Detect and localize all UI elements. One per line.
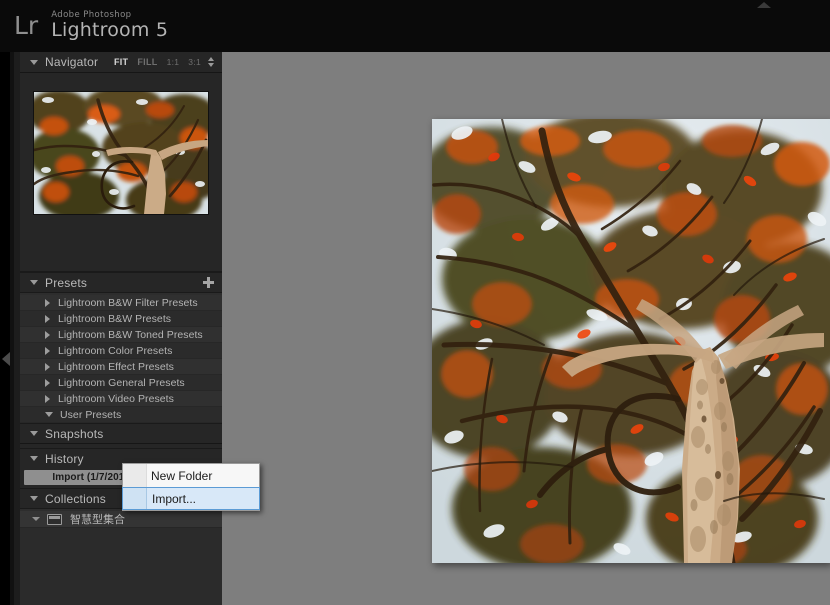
zoom-mode-1-1[interactable]: 1:1 (167, 57, 180, 67)
chevron-down-icon (30, 431, 38, 436)
zoom-mode-fit[interactable]: FIT (114, 57, 128, 67)
chevron-down-icon (30, 456, 38, 461)
history-title: History (45, 451, 84, 466)
preset-folder-label: Lightroom General Presets (58, 376, 185, 389)
context-menu-item-new-folder[interactable]: New Folder (123, 464, 259, 487)
snapshots-header[interactable]: Snapshots (20, 423, 222, 443)
add-preset-button[interactable] (203, 277, 214, 288)
chevron-right-icon (45, 394, 50, 403)
preset-folder-label: Lightroom B&W Filter Presets (58, 296, 198, 309)
brand-lockup: Lr Adobe Photoshop Lightroom 5 (14, 11, 168, 40)
preset-folder-row[interactable]: Lightroom B&W Toned Presets (20, 327, 222, 343)
preset-folder-label: Lightroom B&W Presets (58, 312, 172, 325)
context-menu-item-label: New Folder (151, 468, 213, 483)
presets-list: Lightroom B&W Filter Presets Lightroom B… (20, 292, 222, 423)
zoom-mode-fill[interactable]: FILL (137, 57, 157, 67)
preset-folder-row[interactable]: Lightroom B&W Filter Presets (20, 295, 222, 311)
chevron-right-icon (45, 330, 50, 339)
chevron-right-icon (45, 362, 50, 371)
chevron-right-icon (45, 314, 50, 323)
lightroom-window: Lr Adobe Photoshop Lightroom 5 Navigator… (0, 0, 830, 605)
preset-folder-row[interactable]: Lightroom Video Presets (20, 391, 222, 407)
chevron-down-icon (45, 412, 53, 417)
preset-folder-label: Lightroom B&W Toned Presets (58, 328, 203, 341)
collection-label: 智慧型集合 (70, 514, 125, 526)
chevron-down-icon (30, 59, 38, 65)
preset-folder-row[interactable]: Lightroom Effect Presets (20, 359, 222, 375)
navigator-title: Navigator (45, 55, 99, 69)
menu-icon-gutter (123, 488, 147, 509)
zoom-stepper-icon[interactable] (208, 57, 214, 67)
chevron-down-icon (30, 280, 38, 285)
chevron-down-icon (32, 517, 40, 521)
chevron-right-icon (45, 346, 50, 355)
chevron-down-icon (30, 496, 38, 501)
preset-folder-label: Lightroom Color Presets (58, 344, 173, 357)
preset-folder-row[interactable]: Lightroom General Presets (20, 375, 222, 391)
main-photo[interactable] (432, 119, 830, 563)
navigator-header[interactable]: Navigator FIT FILL 1:1 3:1 (20, 52, 222, 72)
main-photo-image (432, 119, 830, 563)
preset-folder-label: Lightroom Video Presets (58, 392, 174, 405)
navigator-thumbnail[interactable] (34, 92, 208, 214)
snapshots-title: Snapshots (45, 426, 104, 441)
presets-header[interactable]: Presets (20, 272, 222, 292)
preset-folder-row-user-presets[interactable]: User Presets (20, 407, 222, 423)
brand-title: Lightroom 5 (51, 18, 169, 41)
preset-folder-label: User Presets (60, 408, 122, 421)
navigator-thumbnail-image (34, 92, 208, 214)
context-menu: New Folder Import... (122, 463, 260, 511)
left-panel: Navigator FIT FILL 1:1 3:1 Presets Light… (20, 52, 222, 605)
top-panel-toggle-icon[interactable] (757, 2, 771, 8)
presets-title: Presets (45, 275, 88, 290)
context-menu-item-import[interactable]: Import... (122, 487, 260, 510)
navigator-preview[interactable] (20, 72, 222, 272)
menu-icon-gutter (123, 464, 147, 487)
collection-row[interactable]: 智慧型集合 (20, 511, 222, 528)
zoom-mode-3-1[interactable]: 3:1 (188, 57, 201, 67)
context-menu-item-label: Import... (152, 491, 197, 506)
collections-list: 智慧型集合 (20, 508, 222, 528)
navigator-zoom-modes: FIT FILL 1:1 3:1 (114, 57, 201, 67)
preset-folder-row[interactable]: Lightroom B&W Presets (20, 311, 222, 327)
panel-empty-area (20, 528, 222, 605)
identity-plate[interactable]: Lr Adobe Photoshop Lightroom 5 (0, 0, 830, 52)
left-panel-collapse-icon[interactable] (2, 352, 10, 366)
preset-folder-label: Lightroom Effect Presets (58, 360, 174, 373)
chevron-right-icon (45, 298, 50, 307)
chevron-right-icon (45, 378, 50, 387)
workspace: Navigator FIT FILL 1:1 3:1 Presets Light… (0, 52, 830, 605)
smart-collection-icon (47, 513, 62, 525)
lightroom-logo-icon: Lr (14, 10, 39, 40)
brand-text: Adobe Photoshop Lightroom 5 (51, 11, 168, 40)
preset-folder-row[interactable]: Lightroom Color Presets (20, 343, 222, 359)
collections-title: Collections (45, 491, 106, 506)
